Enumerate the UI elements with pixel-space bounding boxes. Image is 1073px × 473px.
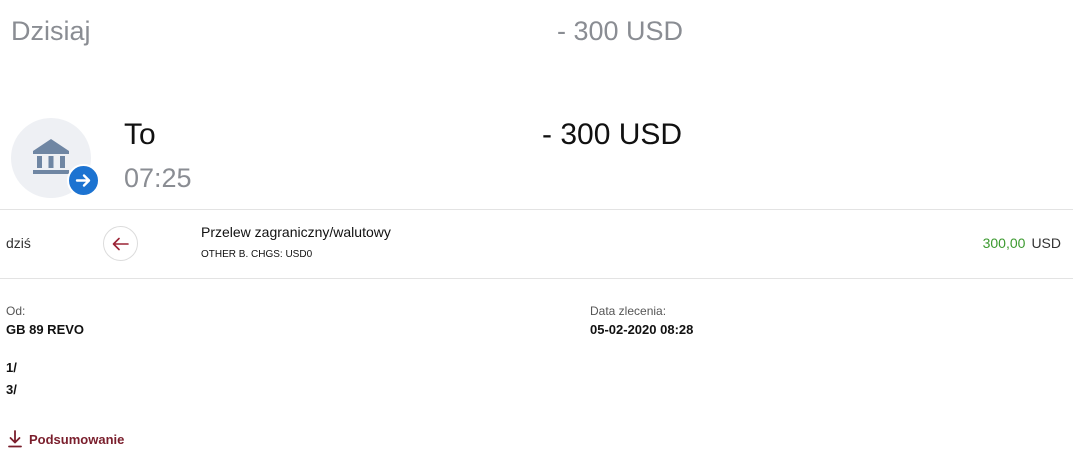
detail-line-2: 3/ [6,382,17,397]
divider-bottom [0,278,1073,279]
detail-row-title: Przelew zagraniczny/walutowy [201,224,391,240]
detail-row-amount-currency: USD [1031,235,1061,251]
transaction-time: 07:25 [124,163,192,193]
transaction-amount: - 300 USD [542,118,683,151]
summary-download-link[interactable]: Podsumowanie [8,430,124,448]
from-label: Od: [6,304,26,318]
detail-row-amount: 300,00 USD [983,235,1061,251]
arrow-left-icon [112,237,129,251]
detail-line-1: 1/ [6,360,17,375]
arrow-right-icon [67,164,100,197]
order-date-value: 05-02-2020 08:28 [590,322,694,337]
order-date-label: Data zlecenia: [590,304,667,318]
transaction-title: To [124,118,156,151]
day-header-label: Dzisiaj [11,16,91,46]
day-header-total: - 300 USD [557,16,684,46]
from-value: GB 89 REVO [6,322,85,337]
back-button[interactable] [103,226,138,261]
download-icon [8,430,22,448]
detail-row-subtitle: OTHER B. CHGS: USD0 [201,249,313,260]
transaction-avatar [11,118,100,198]
divider-top [0,209,1073,210]
detail-row-amount-value: 300,00 [982,235,1026,251]
summary-label: Podsumowanie [29,431,125,447]
detail-row-date: dziś [6,235,31,251]
